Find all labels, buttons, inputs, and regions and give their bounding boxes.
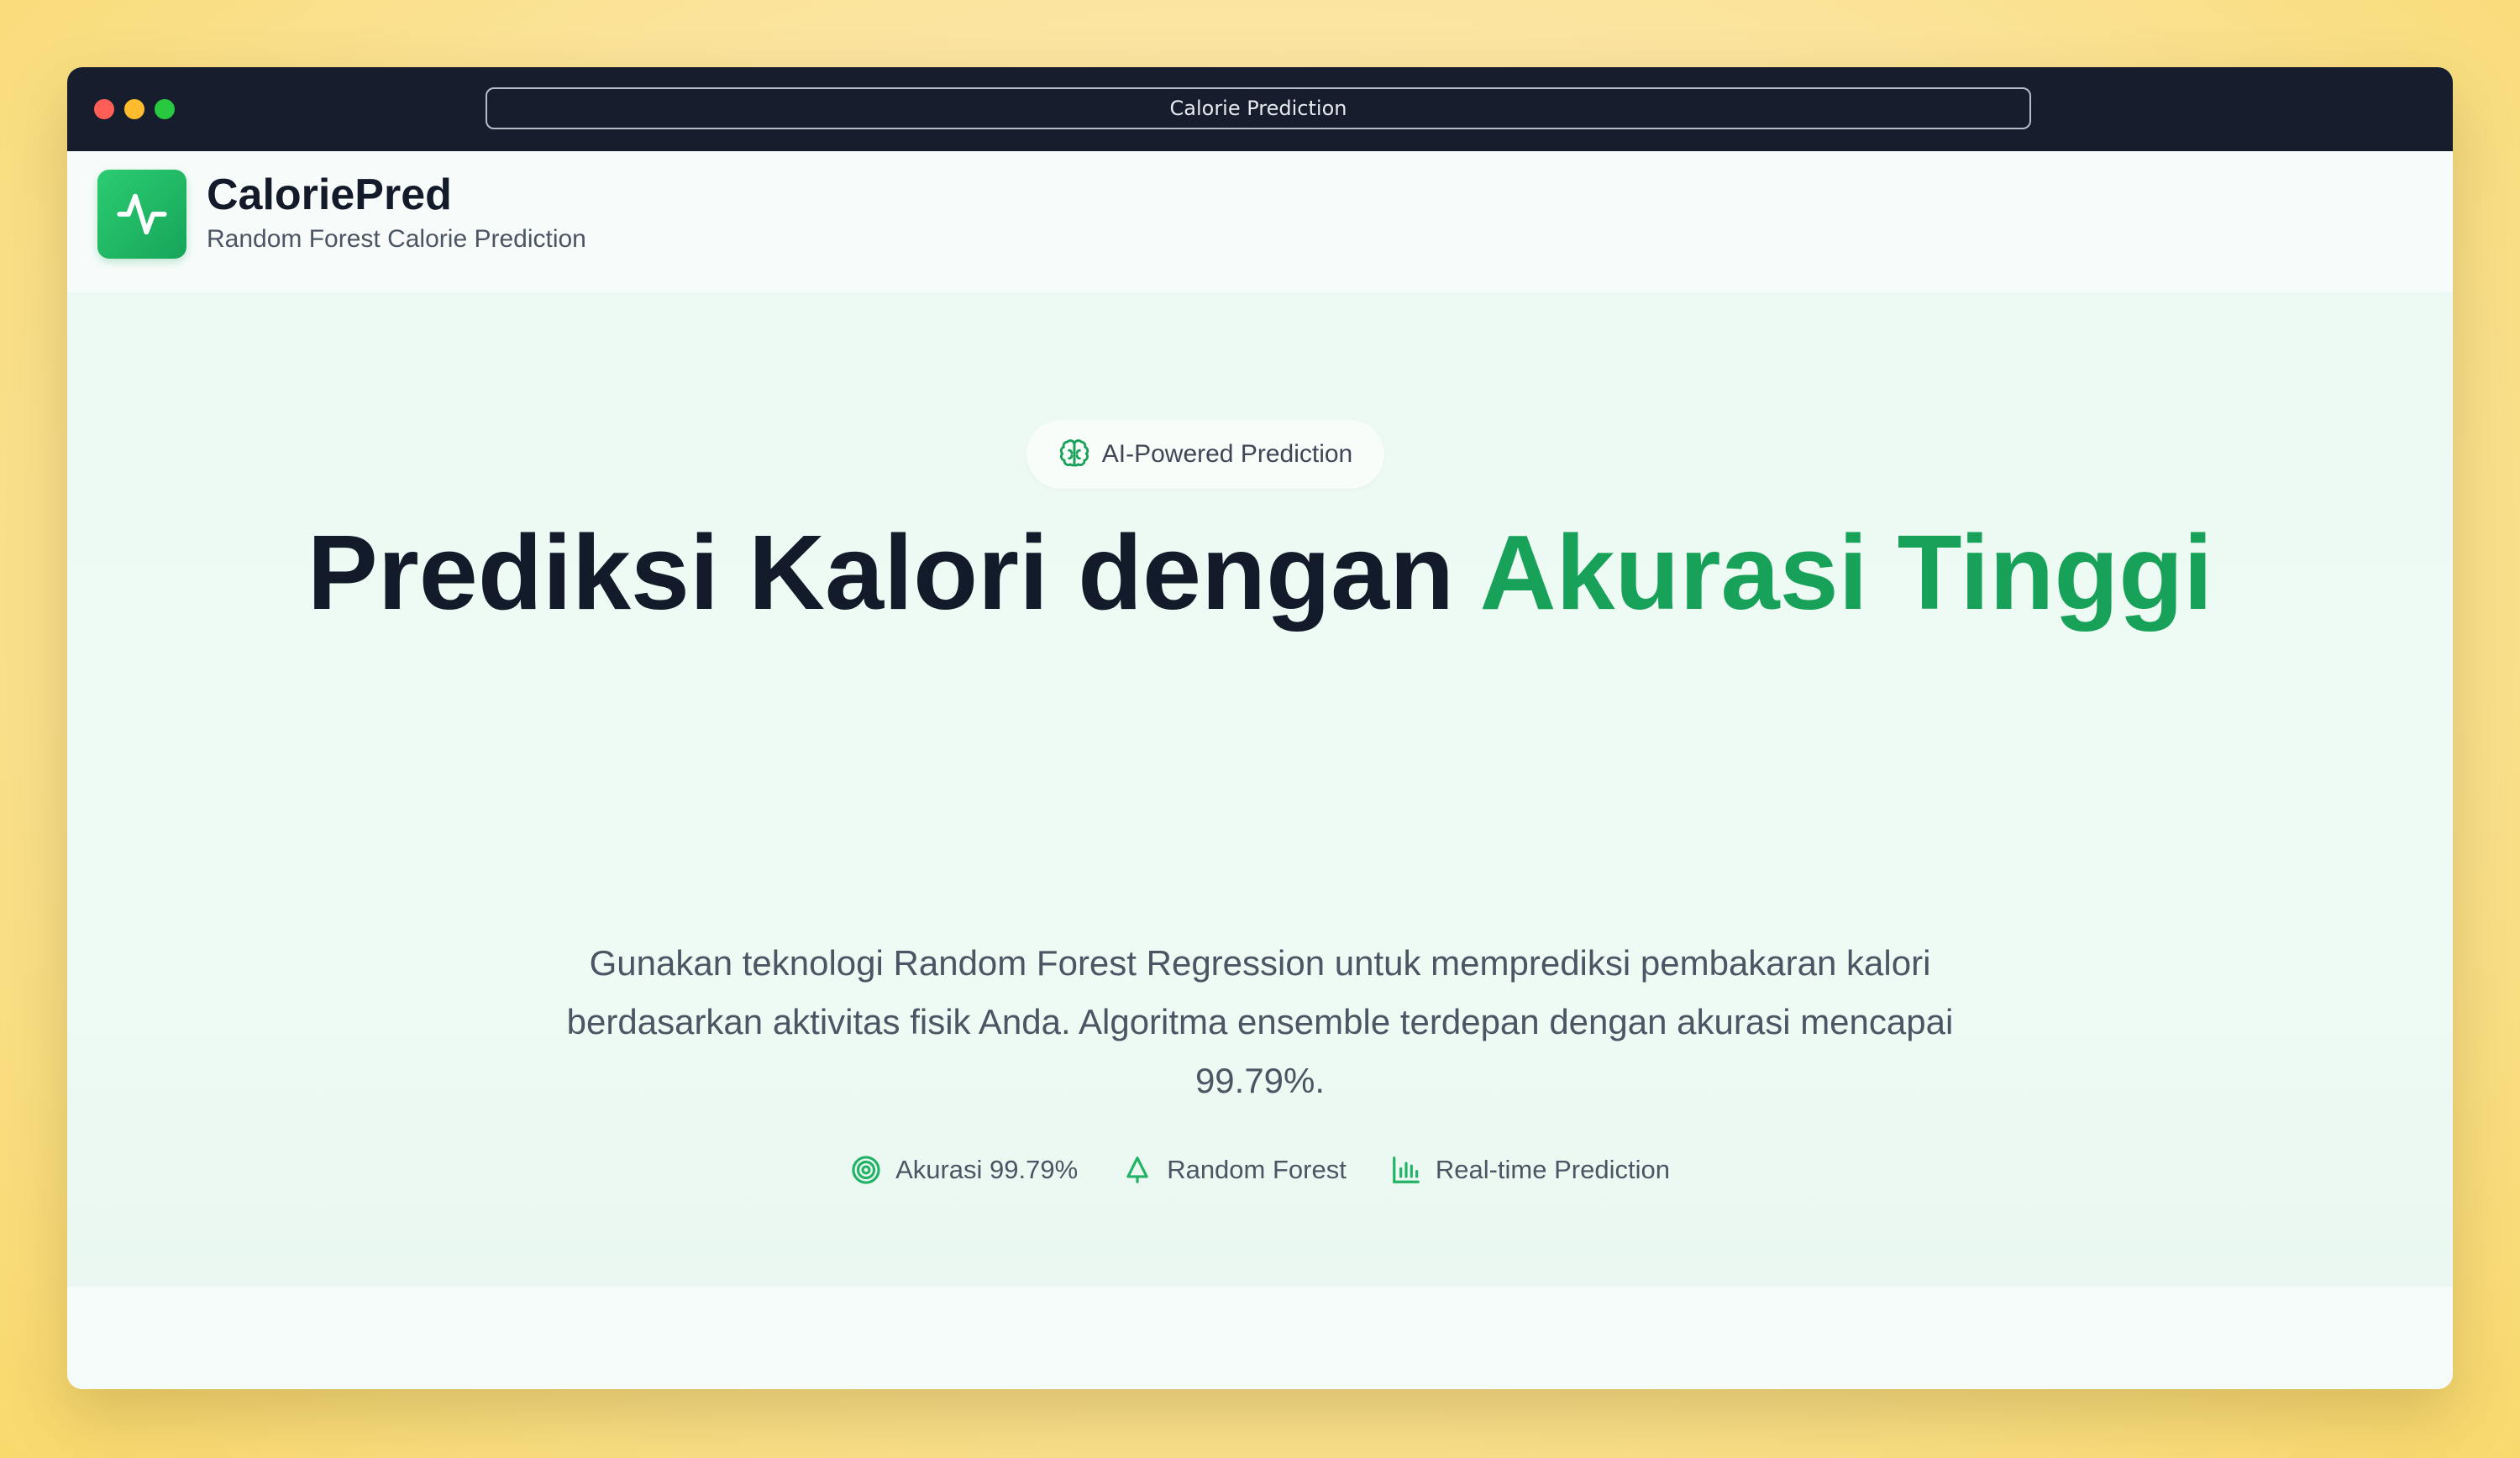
address-bar-title: Calorie Prediction: [1169, 97, 1347, 120]
feature-item-realtime: Real-time Prediction: [1390, 1154, 1670, 1186]
feature-list: Akurasi 99.79% Random Forest Real-time P…: [67, 1154, 2453, 1186]
maximize-window-button[interactable]: [155, 99, 175, 119]
ai-badge: AI-Powered Prediction: [1026, 420, 1384, 489]
brand-logo[interactable]: [97, 170, 186, 259]
site-navbar: CaloriePred Random Forest Calorie Predic…: [67, 151, 2453, 292]
bar-chart-icon: [1392, 1156, 1420, 1183]
target-icon: [852, 1156, 880, 1184]
hero-description: Gunakan teknologi Random Forest Regressi…: [566, 943, 1954, 1100]
tree-icon: [1126, 1156, 1148, 1183]
hero-title-main: Prediksi Kalori dengan: [307, 513, 1480, 632]
hero-title: Prediksi Kalori dengan Akurasi Tinggi: [67, 519, 2453, 627]
brand-name[interactable]: CaloriePred: [207, 170, 452, 220]
brand-subtitle: Random Forest Calorie Prediction: [207, 225, 586, 253]
feature-label-realtime: Real-time Prediction: [1435, 1155, 1670, 1184]
address-bar[interactable]: Calorie Prediction: [486, 87, 2031, 129]
feature-label-accuracy: Akurasi 99.79%: [895, 1155, 1079, 1184]
browser-titlebar: Calorie Prediction: [67, 67, 2453, 151]
browser-window: Calorie Prediction CaloriePred Random Fo…: [67, 67, 2453, 1389]
activity-pulse-icon: [117, 193, 167, 235]
hero-title-accent: Akurasi Tinggi: [1479, 513, 2213, 632]
hero-section: AI-Powered Prediction Prediksi Kalori de…: [67, 292, 2453, 1287]
ai-badge-label: AI-Powered Prediction: [1101, 440, 1353, 468]
content-below-hero: [67, 1287, 2453, 1389]
feature-label-random-forest: Random Forest: [1167, 1155, 1347, 1184]
minimize-window-button[interactable]: [124, 99, 144, 119]
feature-item-accuracy: Akurasi 99.79%: [850, 1154, 1078, 1186]
feature-item-random-forest: Random Forest: [1121, 1154, 1347, 1186]
close-window-button[interactable]: [94, 99, 114, 119]
brain-icon: [1059, 439, 1089, 467]
